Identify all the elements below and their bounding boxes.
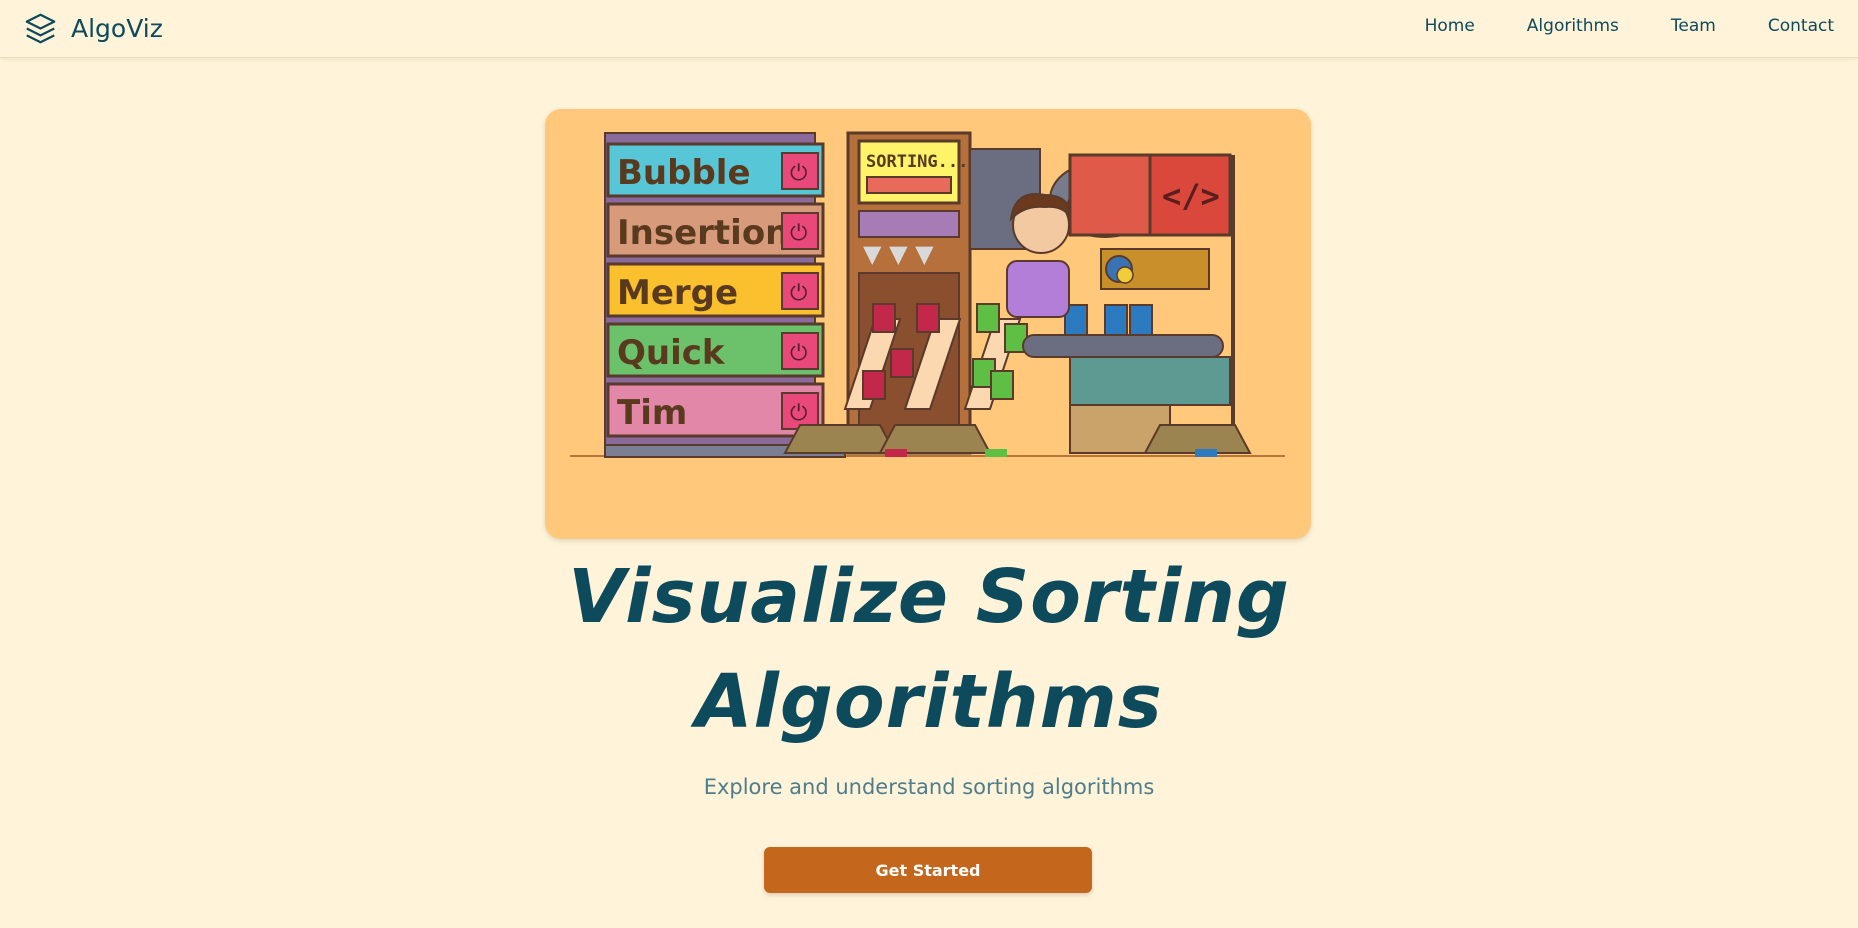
sorting-display-screen: SORTING... (857, 139, 968, 205)
nav-link-algorithms[interactable]: Algorithms (1527, 16, 1619, 36)
sorting-machine-illustration: Bubble ⏻ Insertion ⏻ Merge ⏻ Quick ⏻ Tim… (570, 131, 1285, 458)
algorithm-label: Merge (617, 273, 738, 313)
top-navbar: AlgoViz Home Algorithms Team Contact (0, 0, 1858, 58)
algorithm-label: Tim (617, 393, 687, 433)
algorithm-card-quick: Quick ⏻ (606, 322, 825, 378)
power-icon: ⏻ (790, 401, 807, 426)
algorithm-label: Quick (617, 333, 726, 373)
nav-link-home[interactable]: Home (1425, 16, 1475, 36)
algorithm-card-bubble: Bubble ⏻ (606, 142, 825, 198)
algorithm-label: Bubble (617, 153, 751, 193)
algorithm-card-tim: Tim ⏻ (606, 382, 825, 438)
arrow-down-icons: ▼ ▼ ▼ (863, 240, 934, 268)
nav-link-contact[interactable]: Contact (1768, 16, 1834, 36)
hero-subtitle: Explore and understand sorting algorithm… (703, 775, 1155, 799)
power-icon: ⏻ (790, 161, 807, 186)
nav-links: Home Algorithms Team Contact (1373, 16, 1834, 36)
hero-title-line-2: Algorithms (695, 659, 1163, 745)
brand-logo-link[interactable]: AlgoViz (24, 8, 163, 48)
hero-illustration: Bubble ⏻ Insertion ⏻ Merge ⏻ Quick ⏻ Tim… (545, 109, 1311, 539)
power-icon: ⏻ (790, 341, 807, 366)
algorithm-card-merge: Merge ⏻ (606, 262, 825, 318)
algorithm-card-insertion: Insertion ⏻ (606, 202, 825, 258)
power-icon: ⏻ (790, 281, 807, 306)
algorithm-label: Insertion (617, 213, 789, 253)
code-symbol: </> (1162, 177, 1220, 215)
code-box: </> (1068, 153, 1232, 290)
layers-icon (25, 13, 56, 43)
sorting-display-text: SORTING... (866, 152, 968, 172)
get-started-button[interactable]: Get Started (764, 847, 1092, 893)
hero-title-line-1: Visualize Sorting (568, 554, 1290, 640)
brand-name: AlgoViz (71, 13, 163, 43)
power-icon: ⏻ (790, 221, 807, 246)
nav-link-team[interactable]: Team (1671, 16, 1716, 36)
